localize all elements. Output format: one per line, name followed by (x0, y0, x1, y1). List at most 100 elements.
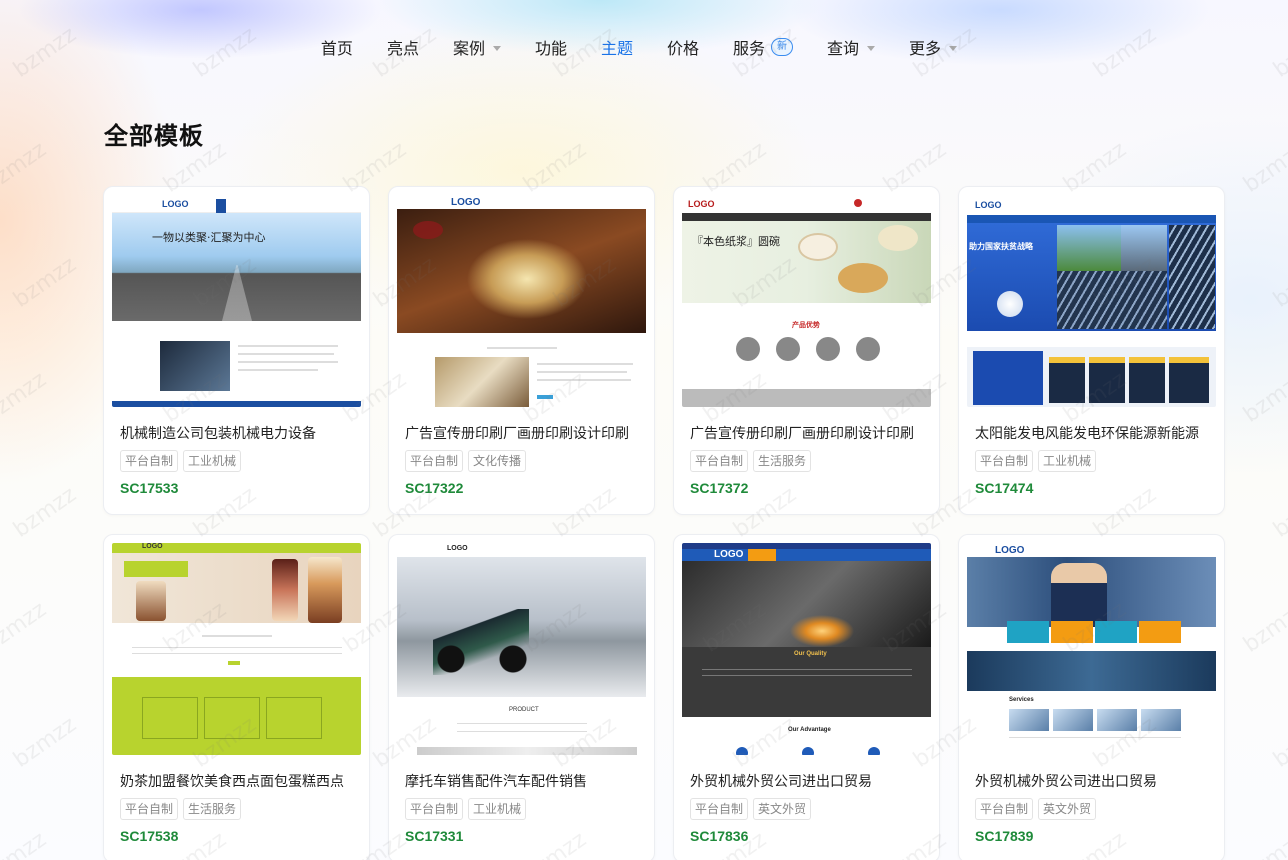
tag[interactable]: 英文外贸 (1038, 798, 1097, 820)
template-code: SC17474 (975, 480, 1034, 496)
thumb-header (397, 195, 646, 209)
thumb-cup (272, 559, 298, 621)
tag[interactable]: 平台自制 (975, 450, 1034, 472)
tag[interactable]: 生活服务 (753, 450, 812, 472)
template-thumbnail[interactable]: LOGO Our Quality Our Advantage (682, 543, 931, 755)
template-thumbnail[interactable]: LOGO 一物以类聚·汇聚为中心 (112, 195, 361, 407)
nav-item-query[interactable]: 查询 (810, 30, 892, 70)
card-title[interactable]: 摩托车销售配件汽车配件销售 (405, 771, 587, 791)
template-code: SC17322 (405, 480, 464, 496)
phone-icon (854, 199, 862, 207)
template-thumbnail[interactable]: LOGO (112, 543, 361, 755)
thumb-line (457, 731, 587, 732)
template-card[interactable]: LOGO Our Quality Our Advantage 外贸机械外贸公司进… (673, 534, 940, 860)
thumb-logo: LOGO (451, 197, 481, 208)
template-card[interactable]: LOGO 广告宣传册印刷厂画册印刷设计印刷 平台自制 文化传播 SC17322 (388, 186, 655, 515)
template-code: SC17372 (690, 480, 749, 496)
tag[interactable]: 平台自制 (120, 450, 179, 472)
thumb-button (228, 661, 240, 665)
card-title[interactable]: 广告宣传册印刷厂画册印刷设计印刷 (405, 423, 629, 443)
tag[interactable]: 平台自制 (405, 798, 464, 820)
card-title[interactable]: 太阳能发电风能发电环保能源新能源 (975, 423, 1199, 443)
nav-item-pricing[interactable]: 价格 (650, 30, 716, 70)
card-title[interactable]: 奶茶加盟餐饮美食西点面包蛋糕西点 (120, 771, 344, 791)
template-code: SC17839 (975, 828, 1034, 844)
thumb-logo: LOGO (447, 545, 468, 552)
tag[interactable]: 生活服务 (183, 798, 242, 820)
template-thumbnail[interactable]: LOGO PRODUCT (397, 543, 646, 755)
tag[interactable]: 工业机械 (183, 450, 242, 472)
thumb-logo: LOGO (688, 199, 715, 209)
nav-item-themes[interactable]: 主题 (584, 30, 650, 70)
tag-list: 平台自制 工业机械 (975, 450, 1097, 472)
thumb-line (457, 723, 587, 724)
thumb-nav (682, 213, 931, 221)
thumb-line (537, 379, 631, 381)
thumb-header (967, 195, 1216, 215)
tag[interactable]: 工业机械 (1038, 450, 1097, 472)
thumb-subheading: PRODUCT (509, 707, 539, 713)
top-navigation: 首页 亮点 案例 功能 主题 价格 服务新 查询 更多 (0, 30, 1288, 70)
feature-icon (776, 337, 800, 361)
tag-list: 平台自制 生活服务 (690, 450, 812, 472)
tag[interactable]: 平台自制 (405, 450, 464, 472)
thumb-footer (112, 401, 361, 407)
thumb-logo: LOGO (975, 200, 1002, 210)
thumb-product (1049, 357, 1085, 403)
thumb-product (1089, 357, 1125, 403)
feature-icon (736, 747, 748, 755)
thumb-line (132, 647, 342, 648)
card-title[interactable]: 广告宣传册印刷厂画册印刷设计印刷 (690, 423, 914, 443)
thumb-feature (266, 697, 322, 739)
thumb-image (160, 341, 230, 391)
nav-item-home[interactable]: 首页 (304, 30, 370, 70)
thumb-nav-active (748, 549, 776, 561)
thumb-nav (967, 215, 1216, 223)
thumb-quality-band (682, 647, 931, 717)
tag[interactable]: 文化传播 (468, 450, 527, 472)
tag[interactable]: 平台自制 (690, 798, 749, 820)
thumb-service-box (1007, 621, 1049, 643)
thumb-line (702, 675, 912, 676)
template-thumbnail[interactable]: LOGO 『本色纸浆』圆碗 产品优势 (682, 195, 931, 407)
template-card[interactable]: LOGO 助力国家扶贫战略 太阳能发电风能发电环保能源新能源 平台自制 工业机械… (958, 186, 1225, 515)
template-thumbnail[interactable]: LOGO (397, 195, 646, 407)
thumb-line (1009, 737, 1181, 738)
thumb-line (702, 669, 912, 670)
template-card[interactable]: LOGO 一物以类聚·汇聚为中心 机械制造公司包装机械电力设备 平台自制 工业机… (103, 186, 370, 515)
tag[interactable]: 平台自制 (975, 798, 1034, 820)
nav-item-cases[interactable]: 案例 (436, 30, 518, 70)
thumb-header (397, 543, 646, 557)
template-card[interactable]: LOGO 『本色纸浆』圆碗 产品优势 广告宣传册印刷厂画册印刷设计印刷 平台自制… (673, 186, 940, 515)
tag[interactable]: 平台自制 (690, 450, 749, 472)
feature-icon (736, 337, 760, 361)
thumb-line (487, 347, 557, 349)
tag-list: 平台自制 生活服务 (120, 798, 242, 820)
tag[interactable]: 平台自制 (120, 798, 179, 820)
template-thumbnail[interactable]: LOGO Services (967, 543, 1216, 755)
card-title[interactable]: 机械制造公司包装机械电力设备 (120, 423, 316, 443)
nav-item-highlights[interactable]: 亮点 (370, 30, 436, 70)
card-title[interactable]: 外贸机械外贸公司进出口贸易 (975, 771, 1157, 791)
nav-item-features[interactable]: 功能 (518, 30, 584, 70)
thumb-bowl (878, 225, 918, 251)
nav-item-services[interactable]: 服务新 (716, 30, 810, 70)
thumb-line (238, 353, 334, 355)
thumb-line (238, 345, 338, 347)
tag[interactable]: 英文外贸 (753, 798, 812, 820)
feature-icon (856, 337, 880, 361)
template-card[interactable]: LOGO 奶茶加盟餐饮美食西点面包蛋糕西点 平台自制 生活服务 SC17538 (103, 534, 370, 860)
thumb-caption: 助力国家扶贫战略 (969, 242, 1033, 251)
thumb-solar-panels (1057, 271, 1167, 329)
card-title[interactable]: 外贸机械外贸公司进出口贸易 (690, 771, 872, 791)
thumb-city-band (967, 651, 1216, 691)
nav-item-more[interactable]: 更多 (892, 30, 974, 70)
chevron-down-icon (492, 45, 501, 51)
tag[interactable]: 工业机械 (468, 798, 527, 820)
thumb-subheading: Services (1009, 697, 1034, 703)
thumb-line (537, 371, 627, 373)
thumb-caption: Our Quality (794, 651, 827, 657)
template-card[interactable]: LOGO PRODUCT 摩托车销售配件汽车配件销售 平台自制 工业机械 SC1… (388, 534, 655, 860)
template-card[interactable]: LOGO Services 外贸机械外贸公司进出口贸易 平台自制 英文外贸 SC… (958, 534, 1225, 860)
template-thumbnail[interactable]: LOGO 助力国家扶贫战略 (967, 195, 1216, 407)
